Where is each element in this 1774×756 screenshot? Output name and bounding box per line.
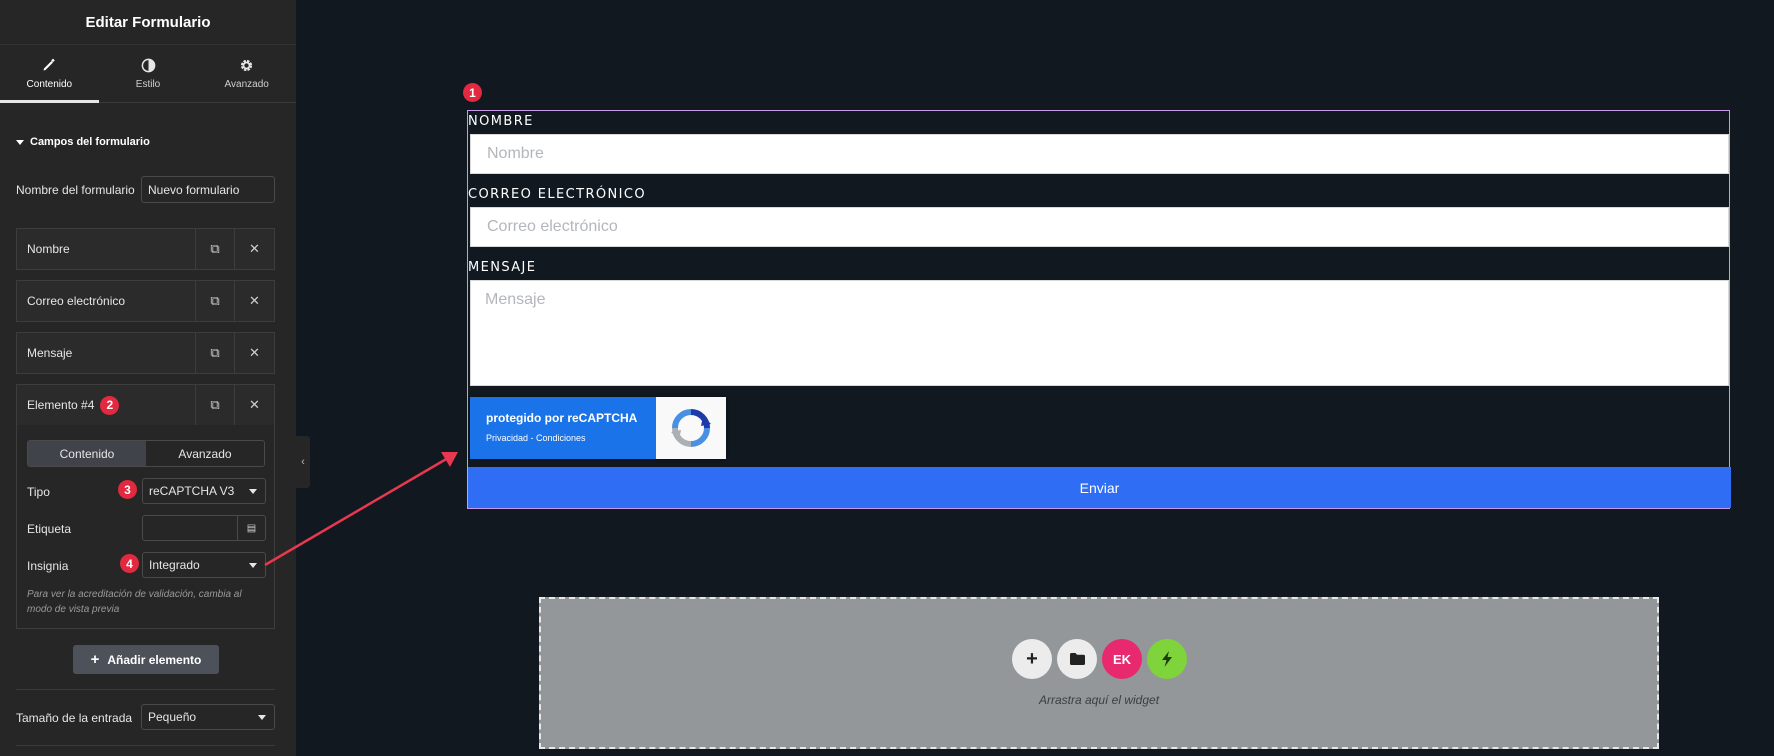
drop-zone-actions: + EK [1012, 639, 1187, 679]
add-section-plus-icon[interactable]: + [1012, 639, 1052, 679]
drop-zone-caption: Arrastra aquí el widget [1038, 693, 1160, 707]
lightning-icon[interactable] [1147, 639, 1187, 679]
template-folder-icon[interactable] [1057, 639, 1097, 679]
widget-drop-zone[interactable]: + EK Arrastra aquí el widget [539, 597, 1659, 749]
elementskit-icon[interactable]: EK [1102, 639, 1142, 679]
